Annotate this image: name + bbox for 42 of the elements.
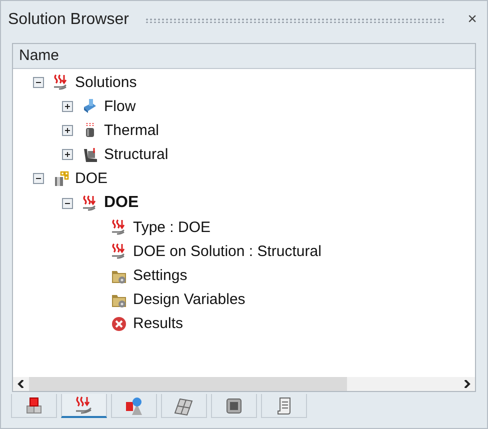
- cubes-icon: [24, 396, 44, 416]
- solution-icon: [111, 243, 127, 260]
- collapse-icon[interactable]: [33, 173, 44, 184]
- tab[interactable]: [161, 394, 207, 418]
- pipe-icon: [82, 98, 98, 114]
- chip-icon: [224, 396, 244, 416]
- collapse-icon[interactable]: [33, 76, 44, 88]
- panel-title: Solution Browser: [8, 11, 129, 29]
- solution-icon: [111, 219, 127, 236]
- column-header[interactable]: Name: [13, 44, 475, 69]
- tree-item[interactable]: Flow: [104, 98, 136, 115]
- tab[interactable]: [11, 394, 57, 418]
- tree-item[interactable]: Results: [133, 315, 184, 332]
- solution-icon: [53, 74, 69, 90]
- expand-icon[interactable]: [62, 124, 73, 136]
- tree-item[interactable]: Design Variables: [133, 291, 246, 308]
- tree-item[interactable]: Settings: [133, 267, 188, 284]
- tree-item[interactable]: DOE: [75, 170, 108, 188]
- cube-grid-icon: [53, 170, 69, 187]
- collapse-icon[interactable]: [62, 198, 73, 209]
- tab[interactable]: [211, 394, 257, 418]
- error-icon: [111, 316, 127, 332]
- solution-icon: [82, 195, 98, 212]
- tab[interactable]: [261, 394, 307, 418]
- expand-icon[interactable]: [62, 100, 73, 112]
- tree-item[interactable]: Thermal: [104, 122, 160, 139]
- shapes-icon: [124, 396, 144, 416]
- scroll-right-icon[interactable]: [463, 380, 471, 388]
- tab[interactable]: [111, 394, 157, 418]
- scroll-left-icon[interactable]: [17, 380, 25, 388]
- tree-item[interactable]: Solutions: [75, 74, 137, 91]
- expand-icon[interactable]: [62, 149, 73, 160]
- tree-item[interactable]: DOE on Solution : Structural: [133, 242, 322, 260]
- plate-icon: [174, 396, 194, 416]
- solution-icon: [74, 395, 94, 415]
- tab[interactable]: [61, 394, 107, 418]
- tree-item[interactable]: Structural: [104, 146, 168, 164]
- close-button[interactable]: ×: [464, 11, 481, 29]
- tree-item[interactable]: Type : DOE: [133, 218, 211, 236]
- horizontal-scrollbar[interactable]: [13, 377, 475, 391]
- tree-item[interactable]: DOE: [104, 194, 139, 212]
- bracket-icon: [82, 146, 98, 163]
